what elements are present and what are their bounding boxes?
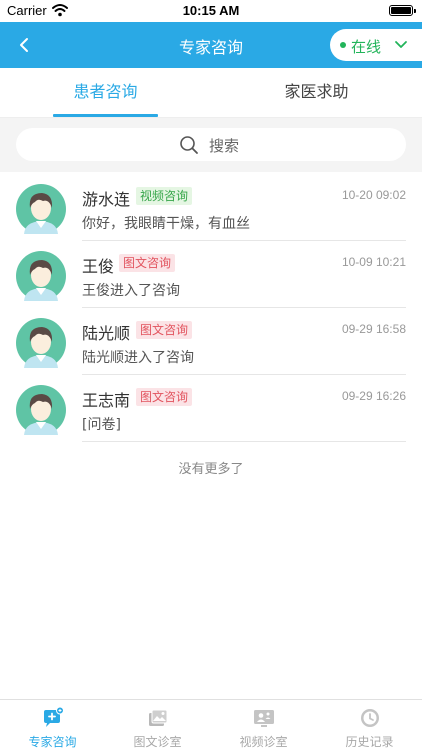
bottom-tab-label: 图文诊室 xyxy=(133,735,182,749)
consult-time: 09-29 16:26 xyxy=(341,389,406,403)
clock: 10:15 AM xyxy=(182,3,240,18)
bottom-tab-video-room[interactable]: 视频诊室 xyxy=(211,700,316,750)
avatar xyxy=(16,385,66,435)
tab-family-doctor-help[interactable]: 家医求助 xyxy=(211,68,422,118)
search-input[interactable]: 搜索 xyxy=(16,128,406,161)
last-message-preview: 你好，我眼睛干燥，有血丝 xyxy=(82,216,250,232)
online-dot-icon xyxy=(340,42,346,48)
consult-type-tag: 视频咨询 xyxy=(136,187,193,205)
bottom-tab-label: 专家咨询 xyxy=(28,735,77,749)
consult-time: 10-09 10:21 xyxy=(341,255,406,269)
back-arrow-icon[interactable] xyxy=(14,34,36,56)
image-room-icon xyxy=(149,709,168,726)
last-message-preview: 陆光顺进入了咨询 xyxy=(82,350,194,366)
patient-name: 陆光顺 xyxy=(82,324,131,343)
search-area: 搜索 xyxy=(0,118,422,172)
patient-name: 游水连 xyxy=(82,190,131,209)
bottom-tab-label: 历史记录 xyxy=(345,735,394,749)
bottom-tab-expert-consult[interactable]: 专家咨询 xyxy=(0,700,105,750)
online-status-label: 在线 xyxy=(351,38,382,56)
active-tab-indicator xyxy=(53,114,158,117)
last-message-preview: [问卷] xyxy=(82,417,121,433)
nav-bar: 专家咨询 在线 xyxy=(0,22,422,68)
consult-time: 09-29 16:58 xyxy=(341,322,406,336)
consult-list-item[interactable]: 王俊 图文咨询 10-09 10:21 王俊进入了咨询 xyxy=(0,241,422,308)
consult-time: 10-20 09:02 xyxy=(341,188,406,202)
bottom-tab-bar: 专家咨询 图文诊室 视频诊室 历史记录 xyxy=(0,699,422,750)
search-placeholder: 搜索 xyxy=(209,137,240,155)
consult-list-item[interactable]: 陆光顺 图文咨询 09-29 16:58 陆光顺进入了咨询 xyxy=(0,308,422,375)
bottom-tab-image-room[interactable]: 图文诊室 xyxy=(105,700,210,750)
bottom-tab-history[interactable]: 历史记录 xyxy=(317,700,422,750)
video-room-icon xyxy=(254,710,274,727)
avatar xyxy=(16,318,66,368)
history-icon xyxy=(361,709,379,727)
chat-add-icon xyxy=(44,707,64,727)
consult-tabs: 患者咨询 家医求助 xyxy=(0,68,422,118)
consult-type-tag: 图文咨询 xyxy=(119,254,176,272)
avatar xyxy=(16,251,66,301)
battery-icon xyxy=(389,5,416,16)
consult-type-tag: 图文咨询 xyxy=(136,321,193,339)
list-end-text: 没有更多了 xyxy=(178,462,244,477)
consult-list-item[interactable]: 游水连 视频咨询 10-20 09:02 你好，我眼睛干燥，有血丝 xyxy=(0,174,422,241)
tab-patient-consult[interactable]: 患者咨询 xyxy=(0,68,211,118)
chevron-down-icon xyxy=(395,41,407,48)
consult-list-item[interactable]: 王志南 图文咨询 09-29 16:26 [问卷] xyxy=(0,375,422,442)
last-message-preview: 王俊进入了咨询 xyxy=(82,283,180,299)
status-bar: Carrier 10:15 AM xyxy=(0,0,422,22)
consult-type-tag: 图文咨询 xyxy=(136,388,193,406)
patient-name: 王俊 xyxy=(82,257,115,276)
patient-name: 王志南 xyxy=(82,391,131,410)
bottom-tab-label: 视频诊室 xyxy=(239,735,288,749)
search-icon xyxy=(180,136,198,154)
online-status-selector[interactable]: 在线 xyxy=(330,29,422,61)
avatar xyxy=(16,184,66,234)
row-divider xyxy=(82,441,406,442)
